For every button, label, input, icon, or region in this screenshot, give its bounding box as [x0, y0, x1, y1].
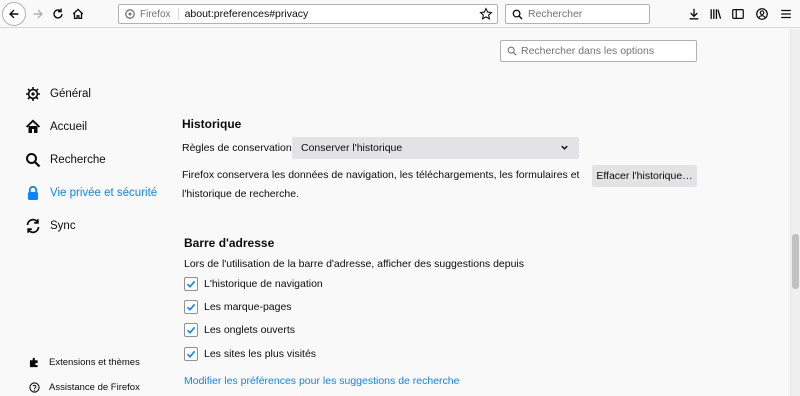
history-description-line2: l'historique de recherche.: [182, 188, 299, 200]
checkbox[interactable]: [184, 323, 198, 337]
sidebar-item-label: Vie privée et sécurité: [50, 187, 158, 199]
sidebar-item-search[interactable]: Recherche: [24, 151, 106, 169]
library-icon: [710, 9, 722, 19]
history-heading: Historique: [182, 117, 242, 131]
arrow-right-icon: [33, 9, 43, 19]
checkbox-bookmarks[interactable]: Les marque-pages: [184, 300, 292, 314]
checkbox-history[interactable]: L'historique de navigation: [184, 277, 323, 291]
downloads-button[interactable]: [684, 4, 704, 24]
chevron-down-icon: [561, 145, 568, 150]
scrollbar-thumb[interactable]: [792, 234, 799, 289]
clear-history-button[interactable]: Effacer l'historique…: [592, 165, 697, 187]
forward-button[interactable]: [28, 4, 48, 24]
checkbox-label: Les onglets ouverts: [204, 324, 296, 336]
checkmark-icon: [186, 303, 196, 311]
footer-label: Extensions et thèmes: [49, 356, 140, 368]
search-suggestions-link[interactable]: Modifier les préférences pour les sugges…: [184, 375, 459, 387]
options-search[interactable]: [500, 40, 697, 62]
back-button[interactable]: [2, 2, 26, 26]
checkmark-icon: [186, 326, 196, 334]
reload-icon: [53, 8, 63, 19]
search-icon: [24, 151, 42, 169]
sidebars-button[interactable]: [728, 4, 748, 24]
reload-button[interactable]: [48, 4, 68, 24]
checkbox[interactable]: [184, 300, 198, 314]
browser-toolbar: Firefox about:preferences#privacy: [0, 0, 800, 28]
arrow-left-icon: [9, 9, 19, 19]
checkbox[interactable]: [184, 347, 198, 361]
help-icon: [28, 381, 40, 393]
checkbox-top-sites[interactable]: Les sites les plus visités: [184, 347, 316, 361]
address-bar-description: Lors de l'utilisation de la barre d'adre…: [184, 258, 525, 270]
gear-icon: [24, 85, 42, 103]
checkbox-open-tabs[interactable]: Les onglets ouverts: [184, 323, 295, 337]
url-separator: [177, 8, 179, 20]
preferences-page: [0, 29, 790, 396]
sidebar-footer-extensions[interactable]: Extensions et thèmes: [28, 356, 140, 368]
identity-label: Firefox: [140, 8, 171, 20]
checkbox-label: L'historique de navigation: [204, 278, 323, 290]
account-button[interactable]: [752, 4, 772, 24]
checkbox-label: Les sites les plus visités: [204, 348, 317, 360]
home-icon: [24, 118, 42, 136]
web-search-bar[interactable]: [505, 4, 650, 24]
search-icon: [512, 9, 523, 20]
library-button[interactable]: [706, 4, 726, 24]
checkbox-label: Les marque-pages: [204, 301, 292, 313]
sidebar-item-label: Recherche: [50, 154, 106, 166]
url-text[interactable]: about:preferences#privacy: [185, 8, 309, 20]
sync-icon: [24, 217, 42, 235]
download-icon: [689, 8, 699, 20]
sidebar-item-label: Accueil: [50, 121, 88, 133]
star-icon[interactable]: [479, 7, 493, 21]
address-bar-heading: Barre d'adresse: [184, 236, 275, 250]
home-icon: [72, 8, 84, 20]
menu-button[interactable]: [776, 4, 796, 24]
url-bar[interactable]: Firefox about:preferences#privacy: [118, 4, 498, 24]
sidebar-item-home[interactable]: Accueil: [24, 118, 87, 136]
search-icon: [507, 46, 517, 56]
history-description-line1: Firefox conservera les données de naviga…: [182, 169, 580, 181]
web-search-input[interactable]: [528, 8, 648, 20]
sidebar-icon: [732, 9, 744, 19]
retention-rule-select[interactable]: Conserver l'historique: [292, 137, 579, 159]
sidebar-item-sync[interactable]: Sync: [24, 217, 76, 235]
sidebar-footer-help[interactable]: Assistance de Firefox: [28, 381, 140, 393]
footer-label: Assistance de Firefox: [49, 381, 140, 393]
checkmark-icon: [186, 280, 196, 288]
retention-rule-value: Conserver l'historique: [301, 142, 403, 154]
account-icon: [756, 8, 768, 20]
options-search-input[interactable]: [521, 45, 691, 57]
sidebar-item-general[interactable]: Général: [24, 85, 91, 103]
page-scrollbar[interactable]: [790, 29, 800, 396]
sidebar-item-label: Sync: [50, 220, 76, 232]
retention-rule-label: Règles de conservation: [182, 142, 292, 154]
sidebar-item-label: Général: [50, 88, 91, 100]
checkmark-icon: [186, 350, 196, 358]
checkbox[interactable]: [184, 277, 198, 291]
sidebar-item-privacy[interactable]: Vie privée et sécurité: [24, 184, 157, 202]
lock-icon: [24, 184, 42, 202]
home-button[interactable]: [68, 4, 88, 24]
menu-icon: [781, 9, 791, 19]
firefox-icon: [125, 9, 135, 19]
puzzle-icon: [28, 356, 40, 368]
